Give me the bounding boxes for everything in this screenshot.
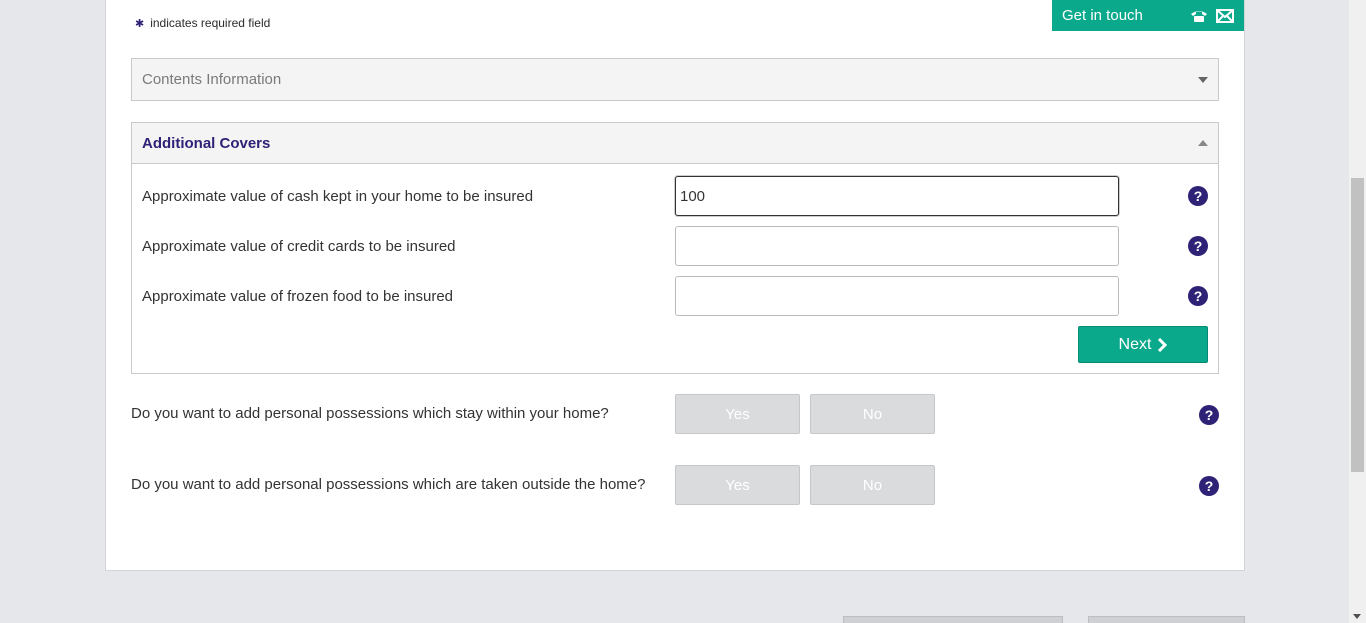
possessions-inside-no-button[interactable]: No xyxy=(810,394,935,434)
credit-cards-value-input[interactable] xyxy=(675,226,1119,266)
possessions-inside-yes-button[interactable]: Yes xyxy=(675,394,800,434)
additional-covers-title: Additional Covers xyxy=(142,134,271,152)
chevron-down-icon xyxy=(1198,76,1208,83)
scrollbar-thumb[interactable] xyxy=(1351,178,1364,472)
credit-cards-value-label: Approximate value of credit cards to be … xyxy=(142,237,456,255)
mail-icon[interactable] xyxy=(1216,8,1234,23)
required-star-icon: ✱ xyxy=(135,17,145,30)
frozen-food-value-row: Approximate value of frozen food to be i… xyxy=(142,276,1208,316)
required-field-note: ✱ indicates required field xyxy=(135,16,270,30)
additional-covers-header[interactable]: Additional Covers xyxy=(132,123,1218,164)
additional-covers-section: Additional Covers Approximate value of c… xyxy=(131,122,1219,374)
frozen-food-value-input[interactable] xyxy=(675,276,1119,316)
help-icon[interactable]: ? xyxy=(1199,476,1219,496)
frozen-food-value-label: Approximate value of frozen food to be i… xyxy=(142,287,454,305)
scroll-down-arrow-icon[interactable] xyxy=(1353,614,1361,619)
contents-information-header[interactable]: Contents Information xyxy=(132,59,1218,100)
possessions-outside-question: Do you want to add personal possessions … xyxy=(131,476,646,493)
phone-icon[interactable] xyxy=(1190,9,1208,23)
chevron-right-icon xyxy=(1158,337,1168,352)
help-icon[interactable]: ? xyxy=(1188,236,1208,256)
cash-value-row: Approximate value of cash kept in your h… xyxy=(142,176,1208,216)
next-button[interactable]: Next xyxy=(1078,326,1208,363)
help-icon[interactable]: ? xyxy=(1199,405,1219,425)
possessions-inside-question: Do you want to add personal possessions … xyxy=(131,405,609,422)
contents-information-title: Contents Information xyxy=(142,71,282,88)
required-note-text: indicates required field xyxy=(150,16,271,30)
contents-information-section: Contents Information xyxy=(131,58,1219,101)
back-button[interactable] xyxy=(843,616,1063,623)
help-icon[interactable]: ? xyxy=(1188,186,1208,206)
cash-value-input[interactable] xyxy=(675,176,1119,216)
possessions-outside-no-button[interactable]: No xyxy=(810,465,935,505)
get-in-touch-label: Get in touch xyxy=(1062,7,1143,24)
cash-value-label: Approximate value of cash kept in your h… xyxy=(142,187,534,205)
possessions-outside-yes-button[interactable]: Yes xyxy=(675,465,800,505)
scrollbar[interactable] xyxy=(1349,0,1366,623)
chevron-up-icon xyxy=(1198,140,1208,146)
credit-cards-value-row: Approximate value of credit cards to be … xyxy=(142,226,1208,266)
next-label: Next xyxy=(1118,335,1152,353)
help-icon[interactable]: ? xyxy=(1188,286,1208,306)
continue-button[interactable] xyxy=(1088,616,1245,623)
get-in-touch-button[interactable]: Get in touch xyxy=(1052,0,1244,31)
